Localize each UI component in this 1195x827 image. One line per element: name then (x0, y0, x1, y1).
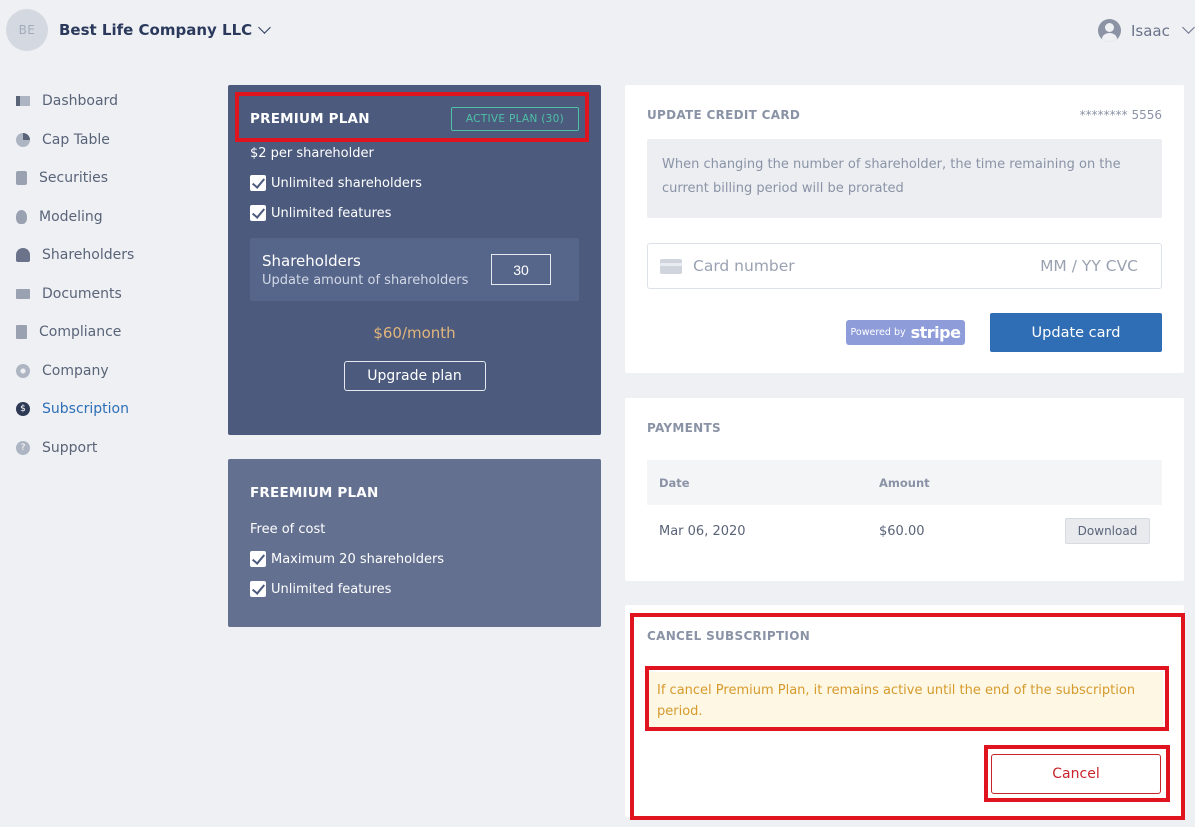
plan-price-line: Free of cost (250, 521, 326, 537)
document-check-icon (16, 325, 27, 340)
feature-label: Unlimited shareholders (271, 175, 422, 191)
card-number-field[interactable]: Card number MM / YY CVC (647, 243, 1162, 289)
sidebar-item-modeling[interactable]: Modeling (14, 198, 214, 237)
payment-amount: $60.00 (879, 523, 925, 539)
payments-table-header: Date Amount (647, 460, 1162, 505)
proration-info: When changing the number of shareholder,… (647, 139, 1162, 218)
credit-card-icon (660, 258, 682, 274)
user-menu[interactable]: Isaac (1098, 19, 1195, 42)
plan-feature: Unlimited features (250, 574, 579, 604)
clipboard-icon (16, 171, 27, 186)
sidebar-item-label: Shareholders (42, 247, 135, 264)
plan-price-line: $2 per shareholder (250, 145, 374, 161)
dashboard-icon (16, 96, 30, 107)
panel-title: PAYMENTS (647, 421, 721, 435)
card-panel-header: UPDATE CREDIT CARD ******** 5556 (647, 108, 1162, 122)
payment-date: Mar 06, 2020 (659, 523, 746, 539)
checkbox-check-icon (250, 581, 266, 597)
sidebar-item-dashboard[interactable]: Dashboard (14, 82, 214, 121)
plan-header: FREEMIUM PLAN (250, 484, 579, 502)
feature-label: Unlimited features (271, 581, 392, 597)
checkbox-check-icon (250, 175, 266, 191)
company-avatar[interactable]: BE (6, 9, 48, 51)
sidebar-item-cap-table[interactable]: Cap Table (14, 121, 214, 160)
sidebar-item-label: Documents (42, 285, 122, 302)
feature-label: Maximum 20 shareholders (271, 551, 445, 567)
company-name: Best Life Company LLC (59, 21, 253, 39)
sidebar-item-subscription[interactable]: $ Subscription (14, 390, 214, 429)
upgrade-plan-button[interactable]: Upgrade plan (343, 361, 486, 391)
shareholders-box: Shareholders Update amount of shareholde… (250, 238, 579, 301)
sidebar-item-company[interactable]: Company (14, 352, 214, 391)
panel-title: CANCEL SUBSCRIPTION (647, 629, 811, 643)
plan-feature: Maximum 20 shareholders (250, 544, 579, 574)
checkbox-check-icon (250, 205, 266, 221)
chevron-down-icon (1182, 21, 1195, 34)
card-actions: Powered by stripe Update card (647, 313, 1162, 352)
sidebar-item-label: Subscription (42, 401, 129, 418)
shareholders-input[interactable] (491, 254, 551, 285)
column-header-date: Date (659, 475, 690, 490)
sidebar: Dashboard Cap Table Securities Modeling … (14, 82, 214, 467)
expiry-cvc-placeholder: MM / YY CVC (1040, 257, 1138, 275)
sidebar-item-label: Modeling (39, 208, 103, 225)
user-name: Isaac (1131, 21, 1170, 40)
masked-card-number: ******** 5556 (1079, 108, 1162, 122)
plan-title: FREEMIUM PLAN (250, 485, 379, 501)
plan-header: PREMIUM PLAN ACTIVE PLAN (30) (250, 100, 579, 138)
panel-title: UPDATE CREDIT CARD (647, 108, 801, 122)
plan-title: PREMIUM PLAN (250, 111, 370, 127)
sidebar-item-compliance[interactable]: Compliance (14, 313, 214, 352)
chevron-down-icon (258, 20, 272, 34)
feature-label: Unlimited features (271, 205, 392, 221)
gear-icon (16, 363, 30, 378)
user-icon (16, 248, 30, 263)
user-avatar-icon (1098, 19, 1121, 42)
dollar-icon: $ (16, 402, 30, 417)
company-selector[interactable]: Best Life Company LLC (59, 20, 272, 39)
powered-by-stripe-badge[interactable]: Powered by stripe (846, 320, 965, 345)
freemium-plan-card: FREEMIUM PLAN Free of cost Maximum 20 sh… (228, 459, 601, 627)
stripe-logo: stripe (910, 323, 961, 342)
sidebar-item-label: Cap Table (42, 131, 110, 148)
sidebar-item-support[interactable]: ? Support (14, 429, 214, 468)
cancel-subscription-panel: CANCEL SUBSCRIPTION If cancel Premium Pl… (625, 605, 1184, 817)
pie-chart-icon (16, 132, 30, 147)
active-plan-badge: ACTIVE PLAN (30) (450, 107, 579, 131)
shareholders-subtitle: Update amount of shareholders (262, 272, 469, 288)
sidebar-item-label: Support (42, 439, 98, 456)
card-number-placeholder: Card number (693, 257, 795, 275)
update-card-button[interactable]: Update card (990, 313, 1162, 352)
column-header-amount: Amount (879, 475, 930, 490)
help-icon: ? (16, 440, 30, 455)
monthly-price: $60/month (373, 324, 456, 342)
table-row: Mar 06, 2020 $60.00 Download (647, 505, 1162, 557)
premium-plan-card: PREMIUM PLAN ACTIVE PLAN (30) $2 per sha… (228, 85, 601, 435)
cancel-warning: If cancel Premium Plan, it remains activ… (647, 672, 1163, 729)
sidebar-item-documents[interactable]: Documents (14, 275, 214, 314)
lightbulb-icon (16, 209, 27, 224)
plan-feature: Unlimited shareholders (250, 168, 579, 198)
sidebar-item-securities[interactable]: Securities (14, 159, 214, 198)
download-button[interactable]: Download (1065, 518, 1150, 544)
cancel-subscription-button[interactable]: Cancel (991, 754, 1161, 794)
shareholders-title: Shareholders (262, 251, 361, 270)
update-credit-card-panel: UPDATE CREDIT CARD ******** 5556 When ch… (625, 85, 1184, 373)
folder-icon (16, 288, 30, 299)
checkbox-check-icon (250, 551, 266, 567)
sidebar-item-shareholders[interactable]: Shareholders (14, 236, 214, 275)
sidebar-item-label: Dashboard (42, 93, 118, 110)
sidebar-item-label: Company (42, 362, 109, 379)
powered-by-label: Powered by (850, 327, 906, 338)
sidebar-item-label: Securities (39, 170, 109, 187)
payments-panel: PAYMENTS Date Amount Mar 06, 2020 $60.00… (625, 398, 1184, 581)
sidebar-item-label: Compliance (39, 324, 122, 341)
plan-feature: Unlimited features (250, 198, 579, 228)
